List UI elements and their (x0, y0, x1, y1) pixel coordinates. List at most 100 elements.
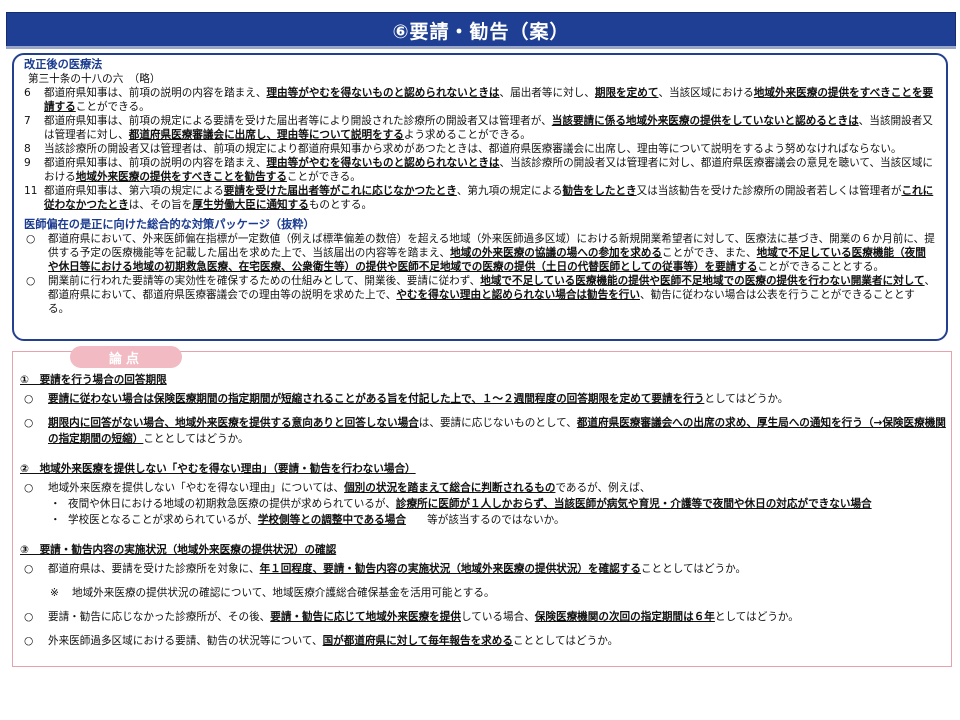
ronten-item: ○ 要請に従わない場合は保険医療期間の指定期間が短縮されることがある旨を付記した上… (20, 391, 946, 407)
paragraph-text: 都道府県知事は、第六項の規定による要請を受けた届出者等がこれに応じなかつたとき、… (44, 184, 936, 212)
body-text: 地域外来医療の提供状況の確認について、地域医療介護総合確保基金を活用可能とする。 (72, 587, 495, 599)
emphasis-text: 要請に従わない場合は保険医療期間の指定期間が短縮されることがある旨を付記した上で… (48, 393, 705, 405)
emphasis-text: 理由等がやむを得ないものと認められないときは (266, 87, 500, 99)
emphasis-text: 診療所に医師が１人しかおらず、当該医師が病気や育児・介護等で夜間や休日の対応がで… (395, 498, 872, 510)
page-title: ⑥要請・勧告（案） (392, 20, 570, 43)
emphasis-text: 年１回程度、要請・勧告内容の実施状況（地域外来医療の提供状況）を確認する (259, 563, 641, 575)
emphasis-text: 当該要請に係る地域外来医療の提供をしていないと認めるときは (551, 115, 859, 127)
paragraph-number: 11 (24, 185, 38, 197)
body-text: 都道府県知事は、第六項の規定による (44, 185, 224, 197)
body-text: としてはどうか。 (704, 393, 789, 405)
law-paragraph: 11 都道府県知事は、第六項の規定による要請を受けた届出者等がこれに応じなかつたと… (24, 184, 936, 212)
body-text: ことができることとする。 (757, 261, 885, 273)
item-mark: ○ (24, 417, 34, 429)
bullet-mark: ○ (26, 233, 36, 245)
emphasis-text: やむを得ない理由と認められない場合は勧告を行い (396, 289, 640, 301)
law-paragraph: 7 都道府県知事は、前項の規定による要請を受けた届出者等により開設された診療所の開… (24, 114, 936, 142)
ronten-section-heading: ① 要請を行う場合の回答期限 (20, 374, 167, 386)
body-text: こととしてはどうか。 (143, 433, 249, 445)
body-text: 都道府県知事は、前項の説明の内容を踏まえ、 (44, 87, 267, 99)
item-mark: ○ (24, 635, 34, 647)
body-text: している場合、 (460, 611, 535, 623)
item-mark: ・ (50, 514, 61, 526)
body-text: 学校医となることが求められているが、 (68, 514, 258, 526)
ronten-item: ○ 期限内に回答がない場合、地域外来医療を提供する意向ありと回答しない場合は、要請… (20, 415, 946, 447)
item-mark: ○ (24, 393, 34, 405)
item-mark: ○ (24, 482, 34, 494)
body-text: は、要請に応じないものとして、 (418, 417, 577, 429)
ronten-item: ○ 地域外来医療を提供しない「やむを得ない理由」については、個別の状況を踏まえて総… (20, 480, 946, 496)
ronten-item-text: 要請・勧告に応じなかった診療所が、その後、要請・勧告に応じて地域外来医療を提供し… (48, 609, 946, 625)
ronten-item: ・学校医となることが求められているが、学校側等との調整中である場合 等が該当する… (20, 512, 946, 528)
body-text: 都道府県知事は、前項の説明の内容を踏まえ、 (44, 157, 267, 169)
emphasis-text: 地域外来医療の提供をすべきことを勧告する (75, 171, 287, 183)
item-gap (20, 601, 946, 609)
body-text: であるが、例えば、 (555, 482, 651, 494)
ronten-item: ・夜間や休日における地域の初期救急医療の提供が求められているが、診療所に医師が１… (20, 496, 946, 512)
item-gap (20, 407, 946, 415)
ronten-section-heading: ② 地域外来医療を提供しない「やむを得ない理由」（要請・勧告を行わない場合） (20, 463, 416, 475)
item-mark: ※ (50, 587, 59, 599)
body-text: 開業前に行われた要請等の実効性を確保するための仕組みとして、開業後、要請に従わず… (48, 275, 481, 287)
body-text: 地域外来医療を提供しない「やむを得ない理由」については、 (48, 482, 345, 494)
paragraph-number: 9 (24, 157, 31, 169)
body-text: ことができる。 (286, 171, 361, 183)
package-item: ○ 都道府県において、外来医師偏在指標が一定数値（例えば標準偏差の数倍）を超える地… (24, 232, 936, 274)
ronten-item-text: 要請に従わない場合は保険医療期間の指定期間が短縮されることがある旨を付記した上で… (48, 391, 946, 407)
ronten-item: ○ 外来医師過多区域における要請、勧告の状況等について、国が都道府県に対して毎年報… (20, 633, 946, 649)
emphasis-text: 要請を受けた届出者等がこれに応じなかつたとき (223, 185, 457, 197)
body-text: 外来医師過多区域における要請、勧告の状況等について、 (48, 635, 323, 647)
emphasis-text: 期限内に回答がない場合、地域外来医療を提供する意向ありと回答しない場合 (48, 417, 419, 429)
body-text: 又は当該勧告を受けた診療所の開設者若しくは管理者が (636, 185, 902, 197)
paragraph-number: 7 (24, 115, 31, 127)
ronten-item-text: 学校医となることが求められているが、学校側等との調整中である場合 等が該当するの… (68, 512, 946, 528)
emphasis-text: 要請・勧告に応じて地域外来医療を提供 (270, 611, 461, 623)
emphasis-text: 厚生労働大臣に通知する (192, 199, 309, 211)
body-text: は、その旨を (128, 199, 193, 211)
ronten-item: ○ 都道府県は、要請を受けた診療所を対象に、年１回程度、要請・勧告内容の実施状況（… (20, 561, 946, 577)
law-paragraph: 9 都道府県知事は、前項の説明の内容を踏まえ、理由等がやむを得ないものと認められな… (24, 156, 936, 184)
ronten-item-text: 夜間や休日における地域の初期救急医療の提供が求められているが、診療所に医師が１人… (68, 496, 946, 512)
title-bar: ⑥要請・勧告（案） (6, 12, 956, 48)
law-article: 第三十条の十八の六 （略） (28, 73, 161, 85)
emphasis-text: 学校側等との調整中である場合 (257, 514, 406, 526)
emphasis-text: 理由等がやむを得ないものと認められないときは (266, 157, 500, 169)
law-paragraphs: 6 都道府県知事は、前項の説明の内容を踏まえ、理由等がやむを得ないものと認められな… (24, 86, 936, 212)
ronten-item-text: 期限内に回答がない場合、地域外来医療を提供する意向ありと回答しない場合は、要請に… (48, 415, 946, 447)
item-gap (20, 625, 946, 633)
emphasis-text: 国が都道府県に対して毎年報告を求める (322, 635, 513, 647)
paragraph-number: 8 (24, 143, 31, 155)
body-text: ことができる。 (75, 101, 150, 113)
body-text: 夜間や休日における地域の初期救急医療の提供が求められているが、 (68, 498, 396, 510)
body-text: 、第九項の規定による (456, 185, 563, 197)
body-text: としてはどうか。 (714, 611, 799, 623)
item-mark: ・ (50, 498, 61, 510)
package-item-text: 都道府県において、外来医師偏在指標が一定数値（例えば標準偏差の数倍）を超える地域… (48, 232, 936, 274)
paragraph-text: 当該診療所の開設者又は管理者は、前項の規定により都道府県知事から求めがあつたとき… (44, 142, 936, 156)
body-text: 、当該区域における (658, 87, 754, 99)
emphasis-text: 勧告をしたとき (562, 185, 637, 197)
paragraph-text: 都道府県知事は、前項の規定による要請を受けた届出者等により開設された診療所の開設… (44, 114, 936, 142)
ronten-content: ① 要請を行う場合の回答期限 ○ 要請に従わない場合は保険医療期間の指定期間が短縮さ… (20, 372, 946, 649)
emphasis-text: 地域で不足している医療機能の提供や医師不足地域での医療の提供を行わない開業者に対… (480, 275, 925, 287)
paragraph-text: 都道府県知事は、前項の説明の内容を踏まえ、理由等がやむを得ないものと認められない… (44, 156, 936, 184)
body-text: ことができ、また、 (662, 247, 757, 259)
emphasis-text: 都道府県医療審議会に出席し、理由等について説明をする (128, 129, 404, 141)
body-text: こととしてはどうか。 (512, 635, 619, 647)
law-heading: 改正後の医療法 (24, 58, 103, 71)
ronten-item: ○ 要請・勧告に応じなかった診療所が、その後、要請・勧告に応じて地域外来医療を提供… (20, 609, 946, 625)
body-text: 、届出者等に対し、 (499, 87, 595, 99)
emphasis-text: 保険医療機関の次回の指定期間は６年 (534, 611, 715, 623)
ronten-section-heading: ③ 要請・勧告内容の実施状況（地域外来医療の提供状況）の確認 (20, 544, 337, 556)
law-box: 改正後の医療法 第三十条の十八の六 （略） 6 都道府県知事は、前項の説明の内容を… (12, 53, 948, 341)
ronten-item-text: 地域外来医療を提供しない「やむを得ない理由」については、個別の状況を踏まえて総合… (48, 480, 946, 496)
ronten-item-text: 外来医師過多区域における要請、勧告の状況等について、国が都道府県に対して毎年報告… (48, 633, 946, 649)
emphasis-text: 地域の外来医療の協議の場への参加を求める (450, 247, 663, 259)
paragraph-number: 6 (24, 87, 31, 99)
body-text: 都道府県は、要請を受けた診療所を対象に、 (48, 563, 260, 575)
law-paragraph: 6 都道府県知事は、前項の説明の内容を踏まえ、理由等がやむを得ないものと認められな… (24, 86, 936, 114)
ronten-tab: 論点 (70, 346, 182, 368)
ronten-item: ※ 地域外来医療の提供状況の確認について、地域医療介護総合確保基金を活用可能とする… (20, 585, 946, 601)
